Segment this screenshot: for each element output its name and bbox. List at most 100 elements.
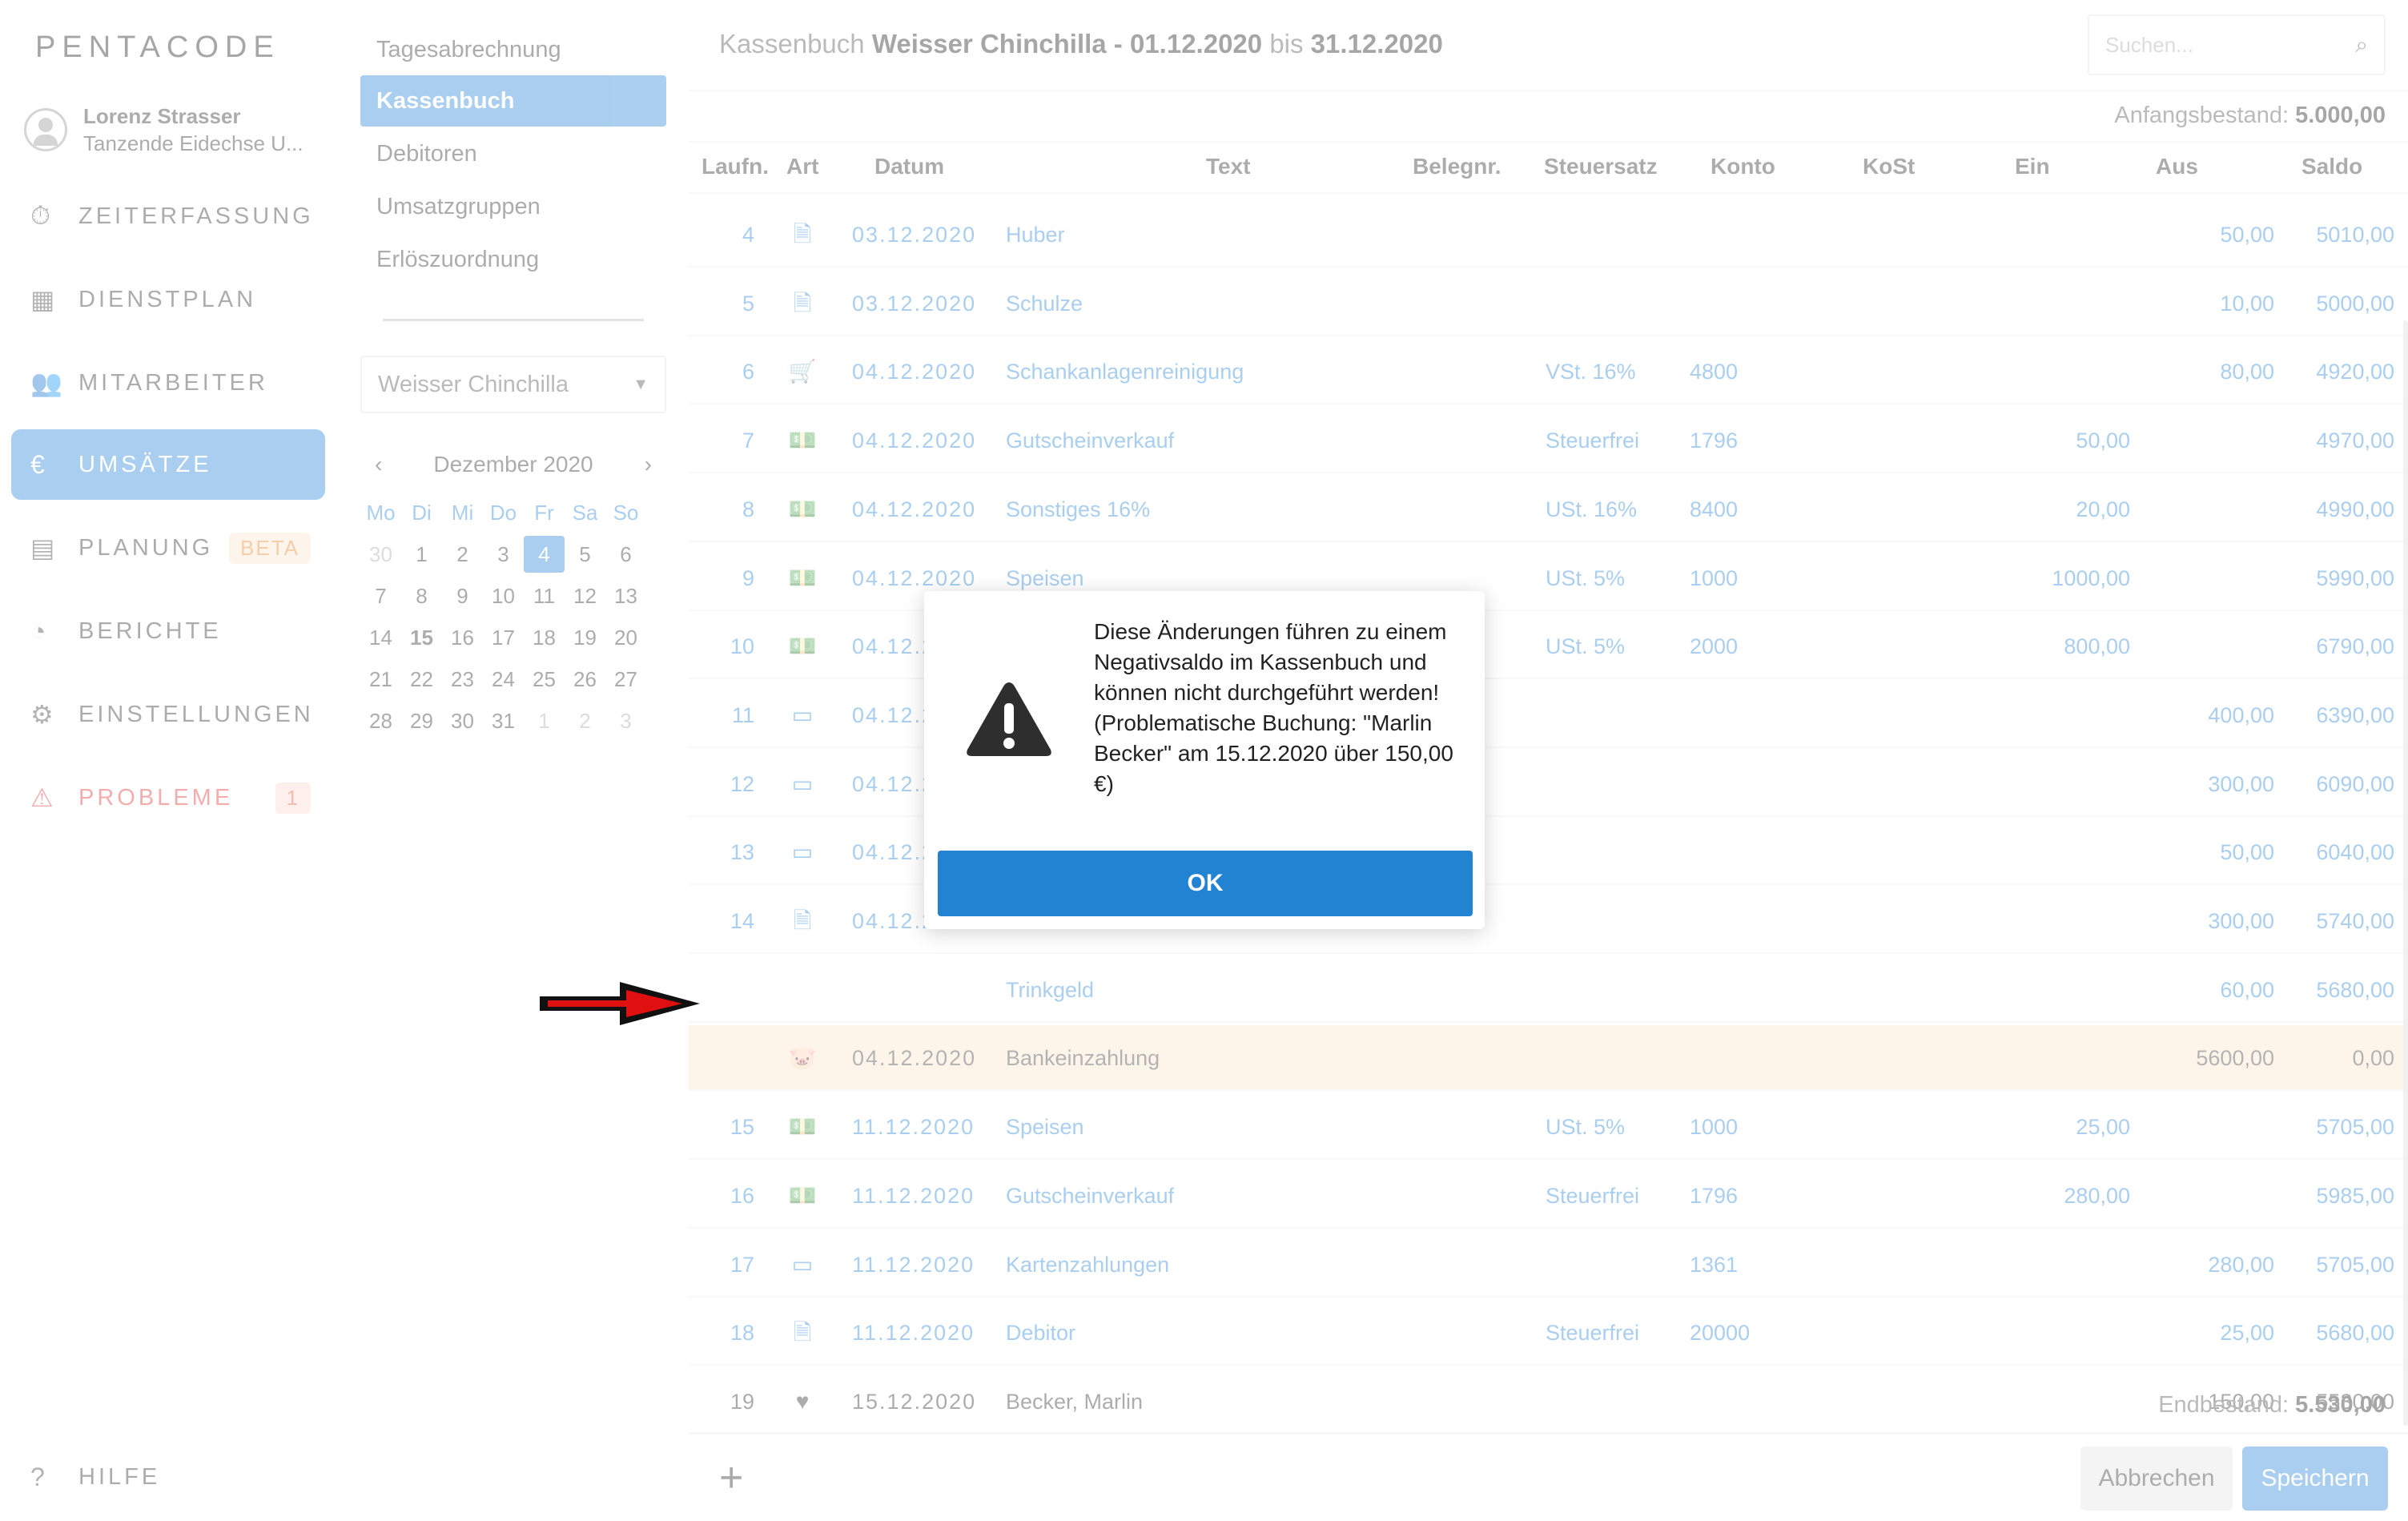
calendar-day[interactable]: 27 xyxy=(605,661,646,698)
calendar-day[interactable]: 28 xyxy=(360,702,401,739)
save-button[interactable]: Speichern xyxy=(2242,1447,2388,1511)
table-row[interactable]: 8 💵 04.12.2020 Sonstiges 16% USt. 16% 8400 20,… xyxy=(689,477,2408,542)
cell-laufn: 17 xyxy=(730,1252,754,1277)
add-entry-button[interactable]: + xyxy=(719,1457,743,1499)
calendar-day[interactable]: 30 xyxy=(360,536,401,573)
cell-ein: 20,00 xyxy=(2076,497,2130,521)
calendar-day[interactable]: 14 xyxy=(360,619,401,656)
calendar-day[interactable]: 20 xyxy=(605,619,646,656)
calendar-day[interactable]: 7 xyxy=(360,577,401,614)
nav-item-einstellungen[interactable]: ⚙ EINSTELLUNGEN xyxy=(11,679,325,750)
weekday-label: Fr xyxy=(534,501,554,525)
col-header-steuersatz[interactable]: Steuersatz xyxy=(1544,154,1658,179)
calendar-day[interactable]: 12 xyxy=(565,577,605,614)
col-header-datum[interactable]: Datum xyxy=(874,154,944,179)
calendar-month: Dezember 2020 xyxy=(433,452,593,477)
calendar-day[interactable]: 16 xyxy=(442,619,483,656)
calendar-day[interactable]: 2 xyxy=(565,702,605,739)
calendar-day[interactable]: 6 xyxy=(605,536,646,573)
nav-item-mitarbeiter[interactable]: 👥 MITARBEITER xyxy=(11,348,325,418)
calendar-day[interactable]: 11 xyxy=(524,577,565,614)
nav-item-planung[interactable]: ▤ PLANUNG BETA xyxy=(11,513,325,583)
cell-ein: 1000,00 xyxy=(2052,565,2130,590)
table-row[interactable]: 17 ▭ 11.12.2020 Kartenzahlungen 1361 280,00 57… xyxy=(689,1232,2408,1298)
calendar-day[interactable]: 31 xyxy=(483,702,524,739)
col-header-laufn[interactable]: Laufn. xyxy=(701,154,769,179)
subnav-item-tagesabrechnung[interactable]: Tagesabrechnung xyxy=(360,24,666,75)
table-row[interactable]: 4 🗎 03.12.2020 Huber 50,00 5010,00 xyxy=(689,202,2408,268)
cell-laufn: 11 xyxy=(731,702,754,727)
scrollbar[interactable] xyxy=(2403,320,2408,1426)
search-icon[interactable]: ⌕ xyxy=(2355,32,2368,58)
calendar-day[interactable]: 3 xyxy=(483,536,524,573)
calendar-day[interactable]: 13 xyxy=(605,577,646,614)
calendar-day[interactable]: 10 xyxy=(483,577,524,614)
subnav-item-kassenbuch[interactable]: Kassenbuch xyxy=(360,75,666,127)
search-input[interactable]: Suchen... ⌕ xyxy=(2088,14,2386,75)
calendar-week: 21 22 23 24 25 26 27 xyxy=(360,658,666,700)
subnav-item-umsatzgruppen[interactable]: Umsatzgruppen xyxy=(360,181,666,232)
cash-icon: 💵 xyxy=(788,1114,817,1140)
calendar-day[interactable]: 19 xyxy=(565,619,605,656)
table-row[interactable]: 🐷 04.12.2020 Bankeinzahlung 5600,00 0,00 xyxy=(689,1025,2408,1092)
user-profile[interactable]: Lorenz Strasser Tanzende Eidechse U... xyxy=(24,103,304,157)
calendar-day[interactable]: 3 xyxy=(605,702,646,739)
calendar-day[interactable]: 5 xyxy=(565,536,605,573)
col-header-belegnr[interactable]: Belegnr. xyxy=(1413,154,1501,179)
cell-aus: 10,00 xyxy=(2220,291,2274,316)
col-header-ein[interactable]: Ein xyxy=(2015,154,2050,179)
table-row[interactable]: 7 💵 04.12.2020 Gutscheinverkauf Steuerfrei 17… xyxy=(689,408,2408,474)
cell-laufn: 12 xyxy=(730,771,754,796)
nav-item-berichte[interactable]: ◔ BERICHTE xyxy=(11,596,325,666)
calendar-day[interactable]: 25 xyxy=(524,661,565,698)
calendar-day[interactable]: 9 xyxy=(442,577,483,614)
calendar-day-selected[interactable]: 4 xyxy=(524,536,565,573)
cancel-button[interactable]: Abbrechen xyxy=(2080,1447,2233,1511)
calendar-day[interactable]: 23 xyxy=(442,661,483,698)
subnav-item-erloeszuordnung[interactable]: Erlöszuordnung xyxy=(360,234,666,285)
col-header-saldo[interactable]: Saldo xyxy=(2301,154,2362,179)
table-row[interactable]: 5 🗎 03.12.2020 Schulze 10,00 5000,00 xyxy=(689,271,2408,336)
calendar-day[interactable]: 1 xyxy=(401,536,442,573)
brand-logo[interactable]: PENTACODE xyxy=(35,30,280,65)
calendar-day[interactable]: 26 xyxy=(565,661,605,698)
calendar-day[interactable]: 30 xyxy=(442,702,483,739)
nav-item-dienstplan[interactable]: ▦ DIENSTPLAN xyxy=(11,264,325,335)
col-header-aus[interactable]: Aus xyxy=(2156,154,2198,179)
nav-item-hilfe[interactable]: ? HILFE xyxy=(11,1442,325,1512)
table-row[interactable]: Trinkgeld 60,00 5680,00 xyxy=(689,957,2408,1023)
table-row[interactable]: 6 🛒 04.12.2020 Schankanlagenreinigung VSt. 1… xyxy=(689,339,2408,405)
cell-text: Speisen xyxy=(1006,1115,1084,1140)
col-header-text[interactable]: Text xyxy=(1206,154,1251,179)
table-row[interactable]: 18 🗎 11.12.2020 Debitor Steuerfrei 20000 25,00… xyxy=(689,1300,2408,1366)
cell-ein xyxy=(1986,1300,2130,1366)
calendar-day[interactable]: 18 xyxy=(524,619,565,656)
table-row[interactable]: 15 💵 11.12.2020 Speisen USt. 5% 1000 25,00 5705… xyxy=(689,1094,2408,1161)
calendar-day[interactable]: 21 xyxy=(360,661,401,698)
ok-button[interactable]: OK xyxy=(938,851,1473,916)
calendar-day[interactable]: 24 xyxy=(483,661,524,698)
calendar-day[interactable]: 17 xyxy=(483,619,524,656)
table-row[interactable]: 19 ♥ 15.12.2020 Becker, Marlin 150,00 5530,00 xyxy=(689,1369,2408,1434)
calendar-day[interactable]: 8 xyxy=(401,577,442,614)
closing-balance-value: 5.530,00 xyxy=(2295,1392,2386,1418)
col-header-kost[interactable]: KoSt xyxy=(1863,154,1915,179)
calendar-day[interactable]: 1 xyxy=(524,702,565,739)
nav-item-umsaetze[interactable]: € UMSÄTZE xyxy=(11,429,325,500)
col-header-art[interactable]: Art xyxy=(786,154,818,179)
cell-laufn: 13 xyxy=(730,840,754,865)
calendar-day[interactable]: 22 xyxy=(401,661,442,698)
nav-item-zeiterfassung[interactable]: ⏱ ZEITERFASSUNG xyxy=(11,181,325,251)
table-row[interactable]: 16 💵 11.12.2020 Gutscheinverkauf Steuerfrei 1… xyxy=(689,1163,2408,1229)
chevron-left-icon[interactable]: ‹ xyxy=(375,452,382,477)
cell-aus xyxy=(2130,1163,2274,1229)
calendar-day[interactable]: 2 xyxy=(442,536,483,573)
nav-item-probleme[interactable]: ⚠ PROBLEME 1 xyxy=(11,763,325,833)
col-header-konto[interactable]: Konto xyxy=(1711,154,1775,179)
calendar-day-today[interactable]: 15 xyxy=(401,619,442,656)
stopwatch-icon: ⏱ xyxy=(30,201,50,230)
subnav-item-debitoren[interactable]: Debitoren xyxy=(360,128,666,179)
chevron-right-icon[interactable]: › xyxy=(645,452,652,477)
calendar-day[interactable]: 29 xyxy=(401,702,442,739)
location-select[interactable]: Weisser Chinchilla ▼ xyxy=(360,356,666,413)
